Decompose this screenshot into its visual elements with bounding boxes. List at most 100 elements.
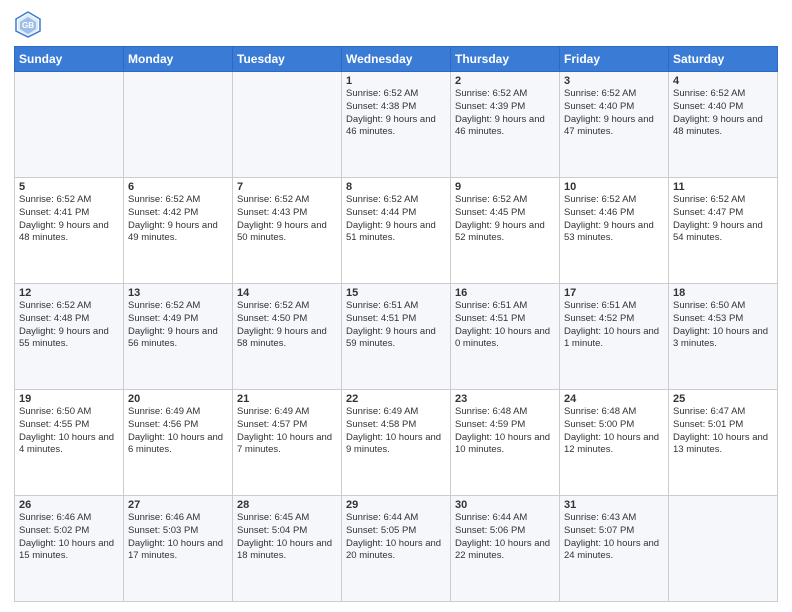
day-info: Daylight: 9 hours and 56 minutes. [128,326,228,352]
day-info: Sunrise: 6:43 AM [564,512,664,525]
day-number: 10 [564,181,664,193]
day-info: Sunset: 4:59 PM [455,419,555,432]
calendar-cell: 23Sunrise: 6:48 AMSunset: 4:59 PMDayligh… [451,390,560,496]
calendar-week-row: 5Sunrise: 6:52 AMSunset: 4:41 PMDaylight… [15,178,778,284]
calendar-cell: 31Sunrise: 6:43 AMSunset: 5:07 PMDayligh… [560,496,669,602]
day-number: 16 [455,287,555,299]
day-number: 1 [346,75,446,87]
day-info: Daylight: 10 hours and 1 minute. [564,326,664,352]
day-number: 3 [564,75,664,87]
day-info: Sunset: 4:41 PM [19,207,119,220]
calendar-header: SundayMondayTuesdayWednesdayThursdayFrid… [15,47,778,72]
day-info: Daylight: 9 hours and 46 minutes. [346,114,446,140]
day-info: Daylight: 9 hours and 59 minutes. [346,326,446,352]
day-info: Daylight: 9 hours and 49 minutes. [128,220,228,246]
day-number: 27 [128,499,228,511]
day-info: Daylight: 9 hours and 52 minutes. [455,220,555,246]
day-number: 21 [237,393,337,405]
day-info: Sunset: 4:47 PM [673,207,773,220]
day-info: Sunrise: 6:52 AM [128,300,228,313]
day-info: Daylight: 9 hours and 46 minutes. [455,114,555,140]
day-number: 13 [128,287,228,299]
header-row: SundayMondayTuesdayWednesdayThursdayFrid… [15,47,778,72]
day-number: 31 [564,499,664,511]
day-info: Sunrise: 6:44 AM [455,512,555,525]
day-info: Sunset: 5:06 PM [455,525,555,538]
day-info: Sunset: 4:53 PM [673,313,773,326]
day-info: Sunrise: 6:52 AM [455,88,555,101]
day-info: Daylight: 10 hours and 15 minutes. [19,538,119,564]
day-number: 19 [19,393,119,405]
calendar-page: GB SundayMondayTuesdayWednesdayThursdayF… [0,0,792,612]
day-number: 15 [346,287,446,299]
day-info: Daylight: 9 hours and 58 minutes. [237,326,337,352]
logo-icon: GB [14,10,42,38]
weekday-header: Saturday [669,47,778,72]
day-info: Sunrise: 6:52 AM [673,194,773,207]
calendar-cell: 7Sunrise: 6:52 AMSunset: 4:43 PMDaylight… [233,178,342,284]
day-info: Daylight: 10 hours and 9 minutes. [346,432,446,458]
day-info: Sunrise: 6:49 AM [128,406,228,419]
calendar-week-row: 19Sunrise: 6:50 AMSunset: 4:55 PMDayligh… [15,390,778,496]
day-info: Sunrise: 6:45 AM [237,512,337,525]
calendar-table: SundayMondayTuesdayWednesdayThursdayFrid… [14,46,778,602]
day-info: Sunset: 4:40 PM [673,101,773,114]
weekday-header: Friday [560,47,669,72]
day-info: Daylight: 10 hours and 13 minutes. [673,432,773,458]
calendar-cell: 16Sunrise: 6:51 AMSunset: 4:51 PMDayligh… [451,284,560,390]
day-info: Sunrise: 6:48 AM [455,406,555,419]
day-info: Daylight: 10 hours and 24 minutes. [564,538,664,564]
day-info: Daylight: 10 hours and 10 minutes. [455,432,555,458]
day-number: 30 [455,499,555,511]
day-info: Sunrise: 6:51 AM [346,300,446,313]
day-info: Sunset: 5:03 PM [128,525,228,538]
day-info: Sunset: 4:44 PM [346,207,446,220]
calendar-cell: 1Sunrise: 6:52 AMSunset: 4:38 PMDaylight… [342,72,451,178]
day-info: Sunrise: 6:49 AM [346,406,446,419]
calendar-cell: 12Sunrise: 6:52 AMSunset: 4:48 PMDayligh… [15,284,124,390]
day-info: Daylight: 10 hours and 0 minutes. [455,326,555,352]
day-info: Sunset: 4:48 PM [19,313,119,326]
day-info: Sunset: 5:02 PM [19,525,119,538]
day-number: 25 [673,393,773,405]
calendar-cell [233,72,342,178]
calendar-week-row: 1Sunrise: 6:52 AMSunset: 4:38 PMDaylight… [15,72,778,178]
weekday-header: Monday [124,47,233,72]
day-info: Sunset: 4:46 PM [564,207,664,220]
calendar-cell: 22Sunrise: 6:49 AMSunset: 4:58 PMDayligh… [342,390,451,496]
calendar-cell: 25Sunrise: 6:47 AMSunset: 5:01 PMDayligh… [669,390,778,496]
day-info: Sunrise: 6:48 AM [564,406,664,419]
day-info: Sunrise: 6:47 AM [673,406,773,419]
day-number: 4 [673,75,773,87]
calendar-cell [669,496,778,602]
svg-text:GB: GB [22,21,34,30]
day-number: 17 [564,287,664,299]
calendar-cell: 3Sunrise: 6:52 AMSunset: 4:40 PMDaylight… [560,72,669,178]
day-info: Sunset: 4:40 PM [564,101,664,114]
calendar-cell: 13Sunrise: 6:52 AMSunset: 4:49 PMDayligh… [124,284,233,390]
day-info: Daylight: 9 hours and 55 minutes. [19,326,119,352]
calendar-cell: 21Sunrise: 6:49 AMSunset: 4:57 PMDayligh… [233,390,342,496]
day-info: Daylight: 10 hours and 18 minutes. [237,538,337,564]
day-info: Sunset: 4:38 PM [346,101,446,114]
calendar-cell: 17Sunrise: 6:51 AMSunset: 4:52 PMDayligh… [560,284,669,390]
day-info: Daylight: 10 hours and 22 minutes. [455,538,555,564]
day-number: 20 [128,393,228,405]
day-number: 12 [19,287,119,299]
day-info: Sunrise: 6:52 AM [564,88,664,101]
day-info: Sunrise: 6:52 AM [128,194,228,207]
day-info: Sunset: 5:00 PM [564,419,664,432]
day-info: Daylight: 9 hours and 48 minutes. [673,114,773,140]
day-number: 28 [237,499,337,511]
logo: GB [14,10,46,38]
day-info: Sunset: 4:58 PM [346,419,446,432]
day-info: Sunrise: 6:52 AM [455,194,555,207]
day-info: Sunset: 4:45 PM [455,207,555,220]
day-number: 23 [455,393,555,405]
calendar-week-row: 12Sunrise: 6:52 AMSunset: 4:48 PMDayligh… [15,284,778,390]
day-info: Sunrise: 6:50 AM [673,300,773,313]
day-info: Sunrise: 6:52 AM [346,88,446,101]
calendar-cell [124,72,233,178]
calendar-cell: 18Sunrise: 6:50 AMSunset: 4:53 PMDayligh… [669,284,778,390]
day-info: Sunset: 5:05 PM [346,525,446,538]
